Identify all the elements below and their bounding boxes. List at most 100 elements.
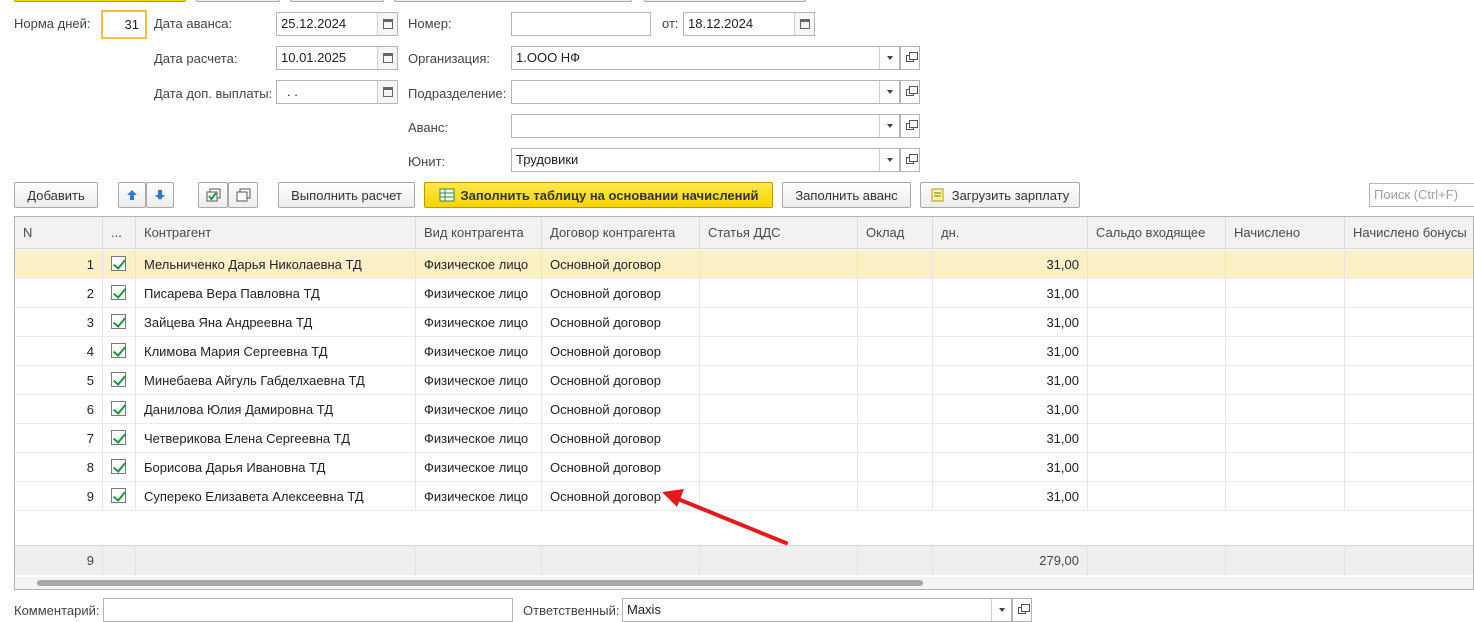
uncheck-all-button[interactable]: [228, 182, 258, 208]
cell-type: Физическое лицо: [416, 279, 542, 308]
row-checkbox-cell: [103, 279, 136, 308]
open-responsible-button[interactable]: [1012, 598, 1032, 622]
unit-field[interactable]: Трудовики: [511, 148, 900, 172]
col-days[interactable]: дн.: [933, 217, 1088, 249]
from-date-value: 18.12.2024: [688, 16, 754, 31]
check-all-button[interactable]: [198, 182, 228, 208]
footer-days-total: 279,00: [933, 546, 1088, 576]
cell-name: Писарева Вера Павловна ТД: [136, 279, 416, 308]
row-checkbox[interactable]: [111, 488, 126, 503]
move-up-button[interactable]: [118, 182, 146, 208]
col-salary[interactable]: Оклад: [858, 217, 933, 249]
col-balance-in[interactable]: Сальдо входящее: [1088, 217, 1226, 249]
cell-bonus: [1345, 424, 1473, 453]
calendar-icon[interactable]: [377, 81, 397, 103]
comment-label: Комментарий:: [14, 603, 100, 618]
org-field[interactable]: 1.ООО НФ: [511, 46, 900, 70]
fill-table-button[interactable]: Заполнить таблицу на основании начислени…: [424, 182, 773, 208]
cell-n: 3: [15, 308, 103, 337]
cell-bal: [1088, 366, 1226, 395]
cell-acc: [1226, 424, 1345, 453]
cell-bonus: [1345, 395, 1473, 424]
norm-days-field[interactable]: 31: [101, 10, 147, 39]
add-button[interactable]: Добавить: [14, 182, 98, 208]
open-advance-button[interactable]: [900, 114, 920, 138]
calc-date-field[interactable]: 10.01.2025: [276, 46, 398, 70]
cell-days: 31,00: [933, 453, 1088, 482]
horizontal-scrollbar[interactable]: [15, 577, 1473, 589]
from-date-field[interactable]: 18.12.2024: [683, 12, 815, 36]
cell-type: Физическое лицо: [416, 366, 542, 395]
number-label: Номер:: [408, 16, 452, 31]
scrollbar-thumb[interactable]: [37, 580, 923, 586]
col-check[interactable]: ...: [103, 217, 136, 249]
table-row[interactable]: 2 Писарева Вера Павловна ТД Физическое лиц…: [15, 279, 1473, 308]
top-button-3[interactable]: [290, 0, 384, 2]
fill-advance-button[interactable]: Заполнить аванс: [782, 182, 911, 208]
extra-pay-date-field[interactable]: . .: [276, 80, 398, 104]
col-accrued[interactable]: Начислено: [1226, 217, 1345, 249]
top-button-4[interactable]: [394, 0, 632, 2]
advance-date-field[interactable]: 25.12.2024: [276, 12, 398, 36]
row-checkbox-cell: [103, 250, 136, 279]
table-row[interactable]: 8 Борисова Дарья Ивановна ТД Физическое ли…: [15, 453, 1473, 482]
row-checkbox-cell: [103, 337, 136, 366]
responsible-field[interactable]: Maxis: [622, 598, 1012, 622]
cell-days: 31,00: [933, 482, 1088, 511]
cell-n: 8: [15, 453, 103, 482]
advance-field[interactable]: [511, 114, 900, 138]
open-icon: [906, 51, 918, 62]
search-input[interactable]: Поиск (Ctrl+F): [1369, 183, 1474, 207]
row-checkbox[interactable]: [111, 343, 126, 358]
table-row[interactable]: 5 Минебаева Айгуль Габделхаевна ТД Физичес…: [15, 366, 1473, 395]
chevron-down-icon[interactable]: [879, 81, 899, 103]
row-checkbox[interactable]: [111, 401, 126, 416]
col-bonus[interactable]: Начислено бонусы: [1345, 217, 1473, 249]
calendar-icon[interactable]: [377, 13, 397, 35]
row-checkbox[interactable]: [111, 430, 126, 445]
cell-acc: [1226, 482, 1345, 511]
number-field[interactable]: [511, 12, 651, 36]
cell-acc: [1226, 366, 1345, 395]
cell-salary: [858, 250, 933, 279]
cell-contract: Основной договор: [542, 395, 700, 424]
calendar-icon[interactable]: [794, 13, 814, 35]
top-button-1[interactable]: [14, 0, 186, 2]
row-checkbox[interactable]: [111, 314, 126, 329]
cell-salary: [858, 308, 933, 337]
table-row[interactable]: 7 Четверикова Елена Сергеевна ТД Физическо…: [15, 424, 1473, 453]
dept-field[interactable]: [511, 80, 900, 104]
chevron-down-icon[interactable]: [879, 149, 899, 171]
table-row[interactable]: 3 Зайцева Яна Андреевна ТД Физическое лицо…: [15, 308, 1473, 337]
col-n[interactable]: N: [15, 217, 103, 249]
row-checkbox[interactable]: [111, 372, 126, 387]
col-contract[interactable]: Договор контрагента: [542, 217, 700, 249]
open-dept-button[interactable]: [900, 80, 920, 104]
open-unit-button[interactable]: [900, 148, 920, 172]
table-row[interactable]: 4 Климова Мария Сергеевна ТД Физическое ли…: [15, 337, 1473, 366]
row-checkbox[interactable]: [111, 285, 126, 300]
load-salary-button[interactable]: Загрузить зарплату: [920, 182, 1080, 208]
col-counterparty-type[interactable]: Вид контрагента: [416, 217, 542, 249]
top-button-5[interactable]: [644, 0, 806, 2]
cell-bonus: [1345, 308, 1473, 337]
cell-contract: Основной договор: [542, 279, 700, 308]
chevron-down-icon[interactable]: [879, 115, 899, 137]
row-checkbox[interactable]: [111, 256, 126, 271]
table-row[interactable]: 1 Мельниченко Дарья Николаевна ТД Физическ…: [15, 250, 1473, 279]
row-checkbox[interactable]: [111, 459, 126, 474]
open-org-button[interactable]: [900, 46, 920, 70]
unit-value: Трудовики: [516, 152, 579, 167]
calc-button[interactable]: Выполнить расчет: [278, 182, 415, 208]
top-button-2[interactable]: [196, 0, 280, 2]
cell-days: 31,00: [933, 395, 1088, 424]
comment-field[interactable]: [103, 598, 513, 622]
move-down-button[interactable]: [146, 182, 174, 208]
cell-type: Физическое лицо: [416, 308, 542, 337]
col-dds[interactable]: Статья ДДС: [700, 217, 858, 249]
calendar-icon[interactable]: [377, 47, 397, 69]
cell-days: 31,00: [933, 250, 1088, 279]
table-row[interactable]: 6 Данилова Юлия Дамировна ТД Физическое ли…: [15, 395, 1473, 424]
col-counterparty[interactable]: Контрагент: [136, 217, 416, 249]
chevron-down-icon[interactable]: [879, 47, 899, 69]
